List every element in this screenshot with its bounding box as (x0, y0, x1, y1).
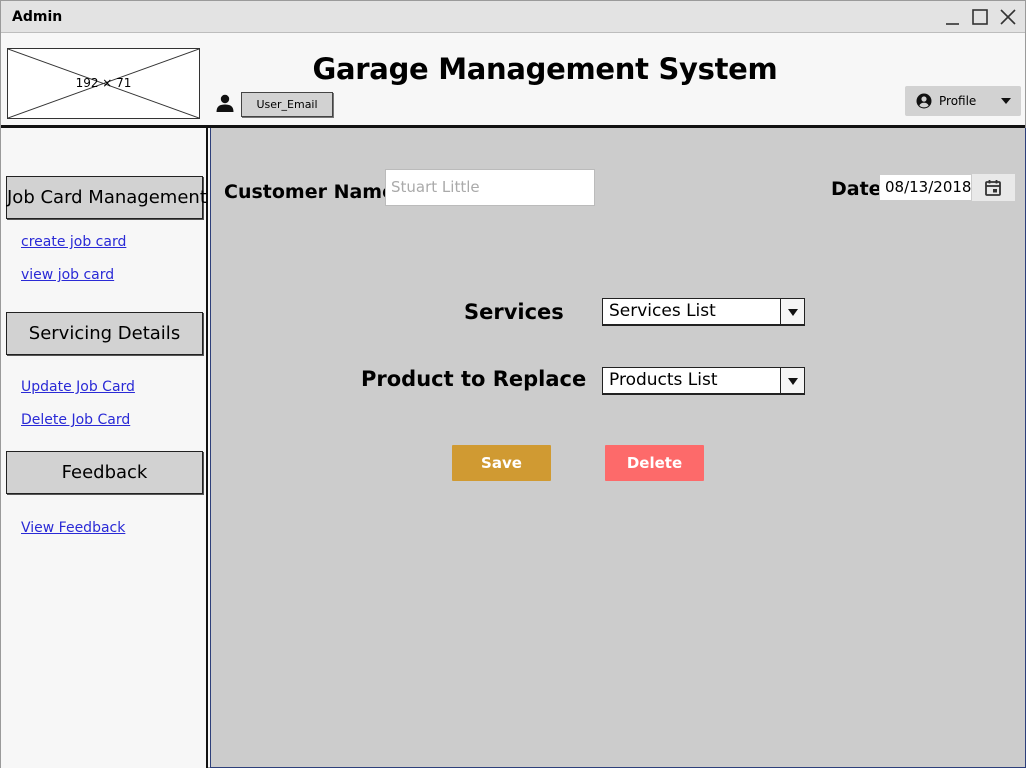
sidebar-section-feedback[interactable]: Feedback (6, 451, 203, 494)
logo-placeholder: 192 × 71 (7, 48, 200, 119)
title-bar: Admin (1, 1, 1025, 33)
close-icon[interactable] (998, 7, 1018, 27)
customer-name-label: Customer Name (224, 181, 395, 203)
date-label: Date (831, 178, 882, 200)
sidebar-link-view-job-card[interactable]: view job card (21, 267, 114, 283)
sidebar-section-job-card-management[interactable]: Job Card Management (6, 176, 207, 219)
chevron-down-icon (780, 299, 804, 324)
services-label: Services (464, 300, 564, 324)
delete-button[interactable]: Delete (605, 445, 704, 481)
save-button[interactable]: Save (452, 445, 551, 481)
chevron-down-icon (1001, 98, 1011, 104)
date-field[interactable]: 08/13/2018 (879, 174, 972, 201)
product-to-replace-label: Product to Replace (361, 367, 587, 391)
user-email-badge: User_Email (241, 92, 333, 117)
sidebar: Job Card Management create job card view… (1, 128, 208, 768)
products-select[interactable]: Products List (602, 367, 805, 395)
sidebar-link-update-job-card[interactable]: Update Job Card (21, 379, 135, 395)
profile-label: Profile (939, 94, 977, 108)
date-picker[interactable]: 08/13/2018 (879, 174, 1015, 201)
profile-dropdown[interactable]: Profile (905, 86, 1021, 116)
chevron-down-icon (780, 368, 804, 393)
person-icon (215, 93, 235, 113)
app-window: Admin 192 × 71 Garage Management System … (0, 0, 1026, 768)
services-select-value: Services List (609, 301, 716, 321)
sidebar-section-servicing-details[interactable]: Servicing Details (6, 312, 203, 355)
sidebar-link-create-job-card[interactable]: create job card (21, 234, 126, 250)
customer-name-input[interactable]: Stuart Little (385, 169, 595, 206)
minimize-icon[interactable] (942, 7, 962, 27)
account-circle-icon (916, 93, 932, 114)
app-title: Garage Management System (312, 52, 778, 86)
app-header: 192 × 71 Garage Management System User_E… (1, 34, 1025, 126)
logo-dimensions: 192 × 71 (75, 76, 132, 90)
sidebar-link-delete-job-card[interactable]: Delete Job Card (21, 412, 130, 428)
window-title: Admin (12, 9, 63, 25)
main-content: Customer Name Stuart Little Date 08/13/2… (210, 128, 1026, 768)
services-select[interactable]: Services List (602, 298, 805, 326)
products-select-value: Products List (609, 370, 718, 390)
calendar-icon[interactable] (984, 179, 1002, 202)
sidebar-link-view-feedback[interactable]: View Feedback (21, 520, 125, 536)
maximize-icon[interactable] (970, 7, 990, 27)
